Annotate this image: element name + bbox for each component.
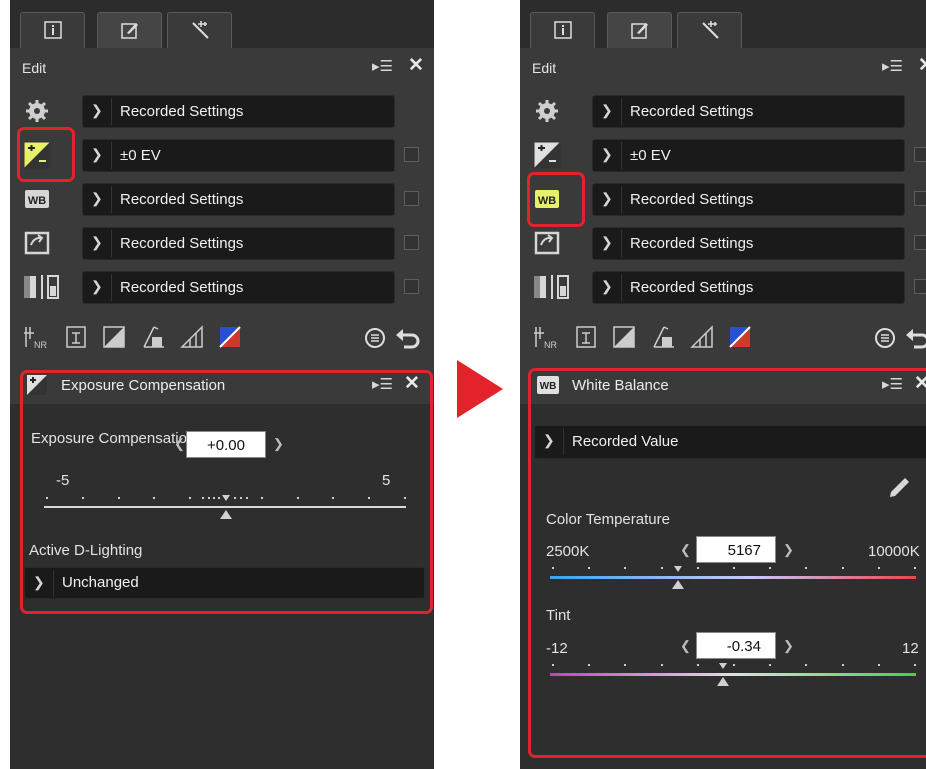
levels-icon[interactable] xyxy=(100,323,128,351)
svg-text:WB: WB xyxy=(28,195,46,207)
close-icon[interactable]: ✕ xyxy=(918,54,926,77)
exposure-icon[interactable] xyxy=(532,140,562,170)
tab-info[interactable] xyxy=(530,12,595,48)
dropdown-value: Recorded Settings xyxy=(120,235,244,252)
svg-text:NR: NR xyxy=(544,340,557,350)
perspective-icon[interactable] xyxy=(688,323,716,351)
exposure-dropdown[interactable]: ❯ ±0 EV xyxy=(82,139,395,172)
edit-icon xyxy=(631,23,648,39)
undo-icon[interactable] xyxy=(394,323,422,351)
highlight-wb-icon xyxy=(527,172,585,227)
wb-checkbox[interactable] xyxy=(404,191,419,206)
perspective-icon[interactable] xyxy=(178,323,206,351)
tone-dropdown[interactable]: ❯ Recorded Settings xyxy=(592,271,905,304)
tab-info[interactable] xyxy=(20,12,85,48)
tone-dropdown[interactable]: ❯ Recorded Settings xyxy=(82,271,395,304)
noise-reduction-icon[interactable]: NR xyxy=(532,323,560,351)
gear-icon xyxy=(536,100,558,122)
edit-icon xyxy=(121,23,138,39)
tool-bar: NR xyxy=(520,318,926,358)
dropdown-value: Recorded Settings xyxy=(630,103,754,120)
noise-reduction-icon[interactable]: NR xyxy=(22,323,50,351)
info-icon xyxy=(44,21,62,39)
history-icon[interactable] xyxy=(362,323,388,351)
dropdown-value: Recorded Settings xyxy=(630,235,754,252)
picture-control-checkbox[interactable] xyxy=(914,235,926,250)
settings-dropdown[interactable]: ❯ Recorded Settings xyxy=(82,95,395,128)
crop-icon[interactable] xyxy=(62,323,90,351)
row-picture-control: ❯ Recorded Settings xyxy=(520,223,926,267)
row-tone: ❯ Recorded Settings xyxy=(10,267,434,311)
dropdown-value: Recorded Settings xyxy=(120,191,244,208)
tool-bar: NR xyxy=(10,318,434,358)
tone-icon[interactable] xyxy=(22,272,68,302)
row-white-balance: WB ❯ Recorded Settings xyxy=(10,179,434,223)
tab-adjust[interactable] xyxy=(167,12,232,48)
menu-icon[interactable]: ▸☰ xyxy=(372,57,393,75)
svg-text:NR: NR xyxy=(34,340,47,350)
dropdown-value: Recorded Settings xyxy=(630,191,754,208)
dropdown-value: Recorded Settings xyxy=(630,279,754,296)
levels-icon[interactable] xyxy=(610,323,638,351)
highlight-exposure-sub-palette xyxy=(20,370,433,614)
row-picture-control: ❯ Recorded Settings xyxy=(10,223,434,267)
palette-header: Edit ▸☰ ✕ xyxy=(10,48,434,86)
settings-dropdown[interactable]: ❯ Recorded Settings xyxy=(592,95,905,128)
wand-icon xyxy=(702,21,719,39)
gear-icon xyxy=(26,100,48,122)
tab-bar xyxy=(520,0,926,48)
row-picture-settings: ❯ Recorded Settings xyxy=(10,91,434,135)
straighten-icon[interactable] xyxy=(650,323,678,351)
close-icon[interactable]: ✕ xyxy=(408,54,424,77)
tab-edit[interactable] xyxy=(607,12,672,48)
wb-icon[interactable]: WB xyxy=(22,184,52,214)
history-icon[interactable] xyxy=(872,323,898,351)
undo-icon[interactable] xyxy=(904,323,926,351)
tone-checkbox[interactable] xyxy=(914,279,926,294)
exposure-dropdown[interactable]: ❯ ±0 EV xyxy=(592,139,905,172)
tab-adjust[interactable] xyxy=(677,12,742,48)
dropdown-value: Recorded Settings xyxy=(120,103,244,120)
tone-icon[interactable] xyxy=(532,272,578,302)
info-icon xyxy=(554,21,572,39)
picture-control-icon[interactable] xyxy=(532,228,562,258)
wb-dropdown[interactable]: ❯ Recorded Settings xyxy=(82,183,395,216)
wb-dropdown[interactable]: ❯ Recorded Settings xyxy=(592,183,905,216)
exposure-checkbox[interactable] xyxy=(914,147,926,162)
palette-header: Edit ▸☰ ✕ xyxy=(520,48,926,86)
arrow-right-icon xyxy=(457,360,503,418)
straighten-icon[interactable] xyxy=(140,323,168,351)
menu-icon[interactable]: ▸☰ xyxy=(882,57,903,75)
row-tone: ❯ Recorded Settings xyxy=(520,267,926,311)
dropdown-value: Recorded Settings xyxy=(120,279,244,296)
dropdown-value: ±0 EV xyxy=(120,147,161,164)
picture-control-icon[interactable] xyxy=(22,228,52,258)
palette-title: Edit xyxy=(22,60,47,76)
picture-control-dropdown[interactable]: ❯ Recorded Settings xyxy=(592,227,905,260)
highlight-wb-sub-palette xyxy=(528,368,926,758)
picture-control-dropdown[interactable]: ❯ Recorded Settings xyxy=(82,227,395,260)
row-picture-settings: ❯ Recorded Settings xyxy=(520,91,926,135)
crop-icon[interactable] xyxy=(572,323,600,351)
wand-icon xyxy=(192,21,209,39)
dropdown-value: ±0 EV xyxy=(630,147,671,164)
exposure-checkbox[interactable] xyxy=(404,147,419,162)
picture-control-checkbox[interactable] xyxy=(404,235,419,250)
tab-edit[interactable] xyxy=(97,12,162,48)
palette-title: Edit xyxy=(532,60,557,76)
wb-checkbox[interactable] xyxy=(914,191,926,206)
tab-bar xyxy=(10,0,434,48)
tone-checkbox[interactable] xyxy=(404,279,419,294)
color-booster-icon[interactable] xyxy=(216,323,244,351)
highlight-exposure-icon xyxy=(17,127,75,182)
color-booster-icon[interactable] xyxy=(726,323,754,351)
